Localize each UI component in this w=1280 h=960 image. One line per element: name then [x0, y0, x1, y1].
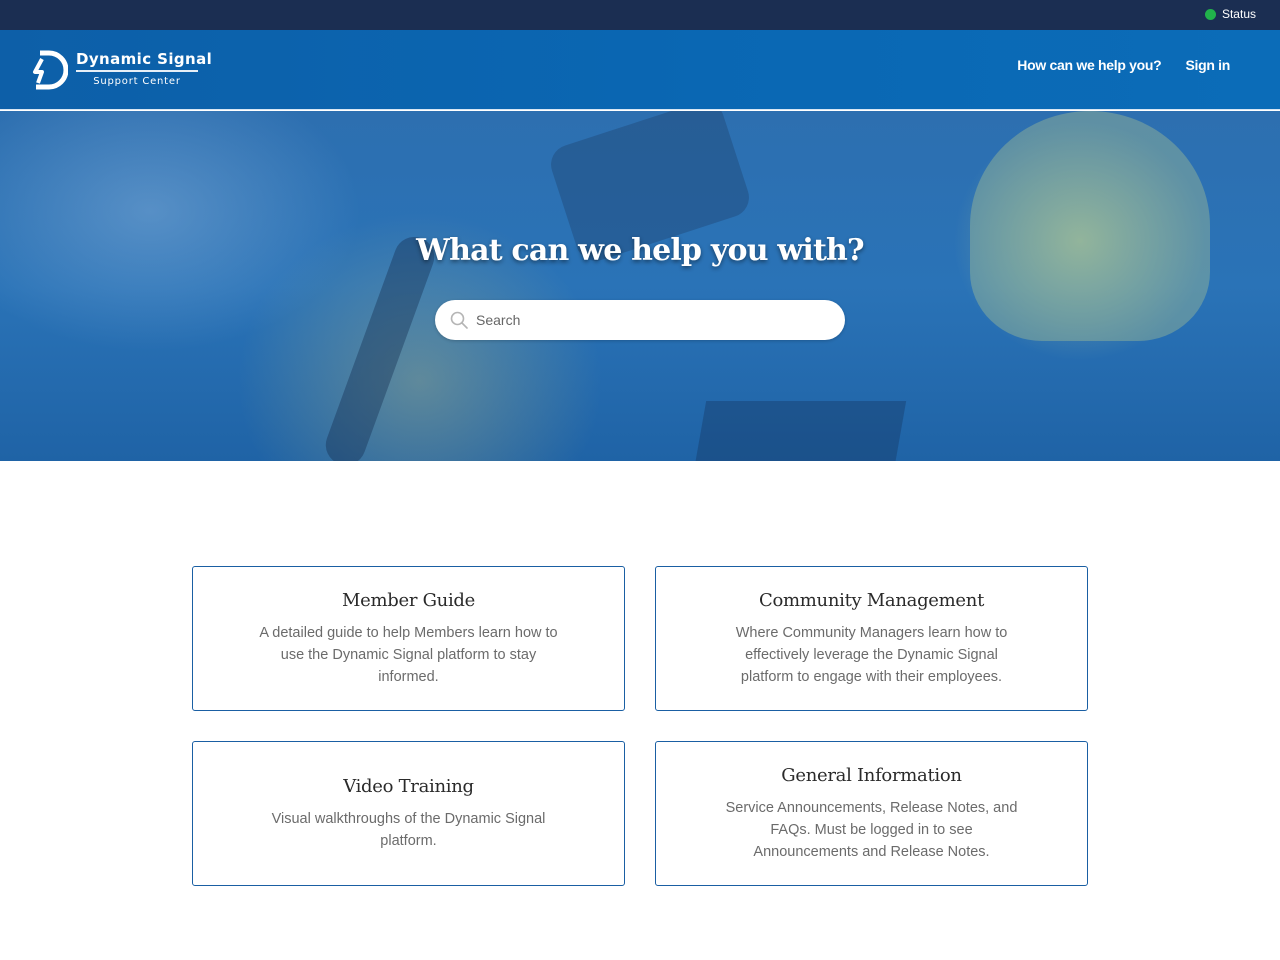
status-indicator-icon: [1204, 8, 1216, 20]
logo-subtitle: Support Center: [93, 76, 181, 87]
search-icon: [450, 311, 468, 329]
category-card-community-management[interactable]: Community Management Where Community Man…: [655, 566, 1088, 711]
header-nav: How can we help you? Sign in: [1017, 57, 1230, 73]
logo-name: Dynamic Signal: [76, 50, 213, 68]
category-card-member-guide[interactable]: Member Guide A detailed guide to help Me…: [192, 566, 625, 711]
hero-background-shape: [970, 111, 1210, 341]
category-description: Service Announcements, Release Notes, an…: [725, 799, 1018, 860]
search-box[interactable]: [435, 300, 845, 340]
logo[interactable]: Dynamic Signal Support Center: [30, 50, 212, 90]
category-card-video-training[interactable]: Video Training Visual walkthroughs of th…: [192, 741, 625, 886]
category-card-general-information[interactable]: General Information Service Announcement…: [655, 741, 1088, 886]
sign-in-link[interactable]: Sign in: [1185, 57, 1230, 73]
site-header: Dynamic Signal Support Center How can we…: [0, 30, 1280, 110]
hero-title: What can we help you with?: [416, 233, 864, 268]
category-description: Where Community Managers learn how to ef…: [735, 624, 1008, 685]
top-bar: Status: [0, 0, 1280, 30]
status-link[interactable]: Status: [1204, 7, 1256, 21]
category-title: Community Management: [758, 589, 985, 611]
category-title: Member Guide: [342, 589, 475, 611]
category-title: Video Training: [343, 775, 474, 797]
search-input[interactable]: [476, 312, 816, 328]
category-description: A detailed guide to help Members learn h…: [259, 624, 558, 685]
hero-background-shape: [693, 401, 907, 461]
dynamic-signal-logo-icon: [33, 50, 68, 90]
category-title: General Information: [781, 764, 962, 786]
logo-divider: [76, 70, 198, 72]
hero-banner: What can we help you with?: [0, 111, 1280, 461]
category-description: Visual walkthroughs of the Dynamic Signa…: [271, 810, 546, 849]
status-label: Status: [1221, 7, 1256, 21]
nav-help-link[interactable]: How can we help you?: [1017, 57, 1161, 73]
